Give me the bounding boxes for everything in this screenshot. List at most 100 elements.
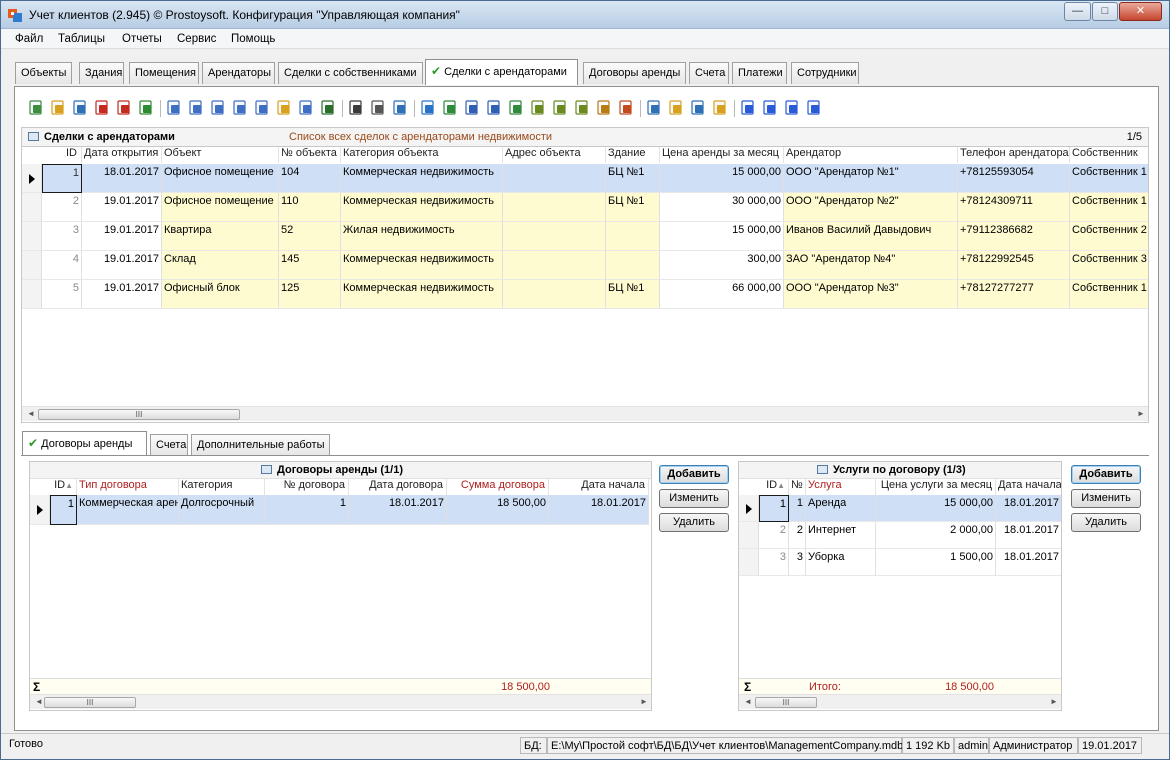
- export-excel2-icon[interactable]: [507, 99, 525, 117]
- deals-cell-object[interactable]: Офисный блок: [162, 280, 279, 309]
- deals-cell-owner[interactable]: Собственник 1: [1070, 193, 1148, 222]
- first-record-icon[interactable]: [739, 99, 757, 117]
- contracts-col-id[interactable]: ID▲: [50, 479, 77, 495]
- export-csv-icon[interactable]: [551, 99, 569, 117]
- deals-cell-category[interactable]: Коммерческая недвижимость: [341, 164, 503, 193]
- deals-cell-id[interactable]: 5: [42, 280, 82, 309]
- deals-col-id[interactable]: ID: [42, 147, 82, 163]
- services-col-id[interactable]: ID▲: [759, 479, 789, 495]
- settings-icon[interactable]: [711, 99, 729, 117]
- contracts-cell-date[interactable]: 18.01.2017: [349, 495, 447, 525]
- sql-filter-icon[interactable]: [319, 99, 337, 117]
- columns-icon[interactable]: [689, 99, 707, 117]
- subtab-lease-contracts[interactable]: ✔ Договоры аренды: [22, 431, 147, 455]
- deals-cell-owner[interactable]: Собственник 1: [1070, 280, 1148, 309]
- deals-cell-price[interactable]: 66 000,00: [660, 280, 784, 309]
- deals-col-category[interactable]: Категория объекта: [341, 147, 503, 163]
- deals-cell-building[interactable]: БЦ №1: [606, 280, 660, 309]
- row-indicator[interactable]: [22, 280, 42, 309]
- deals-col-tenant[interactable]: Арендатор: [784, 147, 958, 163]
- services-scroll-left-icon[interactable]: ◄: [744, 697, 752, 706]
- deals-cell-price[interactable]: 15 000,00: [660, 164, 784, 193]
- menu-file[interactable]: Файл: [15, 33, 43, 45]
- menu-help[interactable]: Помощь: [231, 33, 275, 45]
- services-cell-id[interactable]: 1: [759, 495, 789, 522]
- contracts-scroll-right-icon[interactable]: ►: [640, 697, 648, 706]
- services-cell-id[interactable]: 3: [759, 549, 789, 576]
- deals-col-object[interactable]: Объект: [162, 147, 279, 163]
- services-scroll-thumb[interactable]: III: [755, 697, 817, 708]
- deals-cell-tenant[interactable]: ООО "Арендатор №2": [784, 193, 958, 222]
- row-indicator[interactable]: [739, 522, 759, 549]
- export-word-icon[interactable]: [463, 99, 481, 117]
- contracts-edit-button[interactable]: Изменить: [659, 489, 729, 508]
- deals-cell-building[interactable]: БЦ №1: [606, 164, 660, 193]
- deals-cell-owner[interactable]: Собственник 1: [1070, 164, 1148, 193]
- deals-cell-building[interactable]: [606, 222, 660, 251]
- deals-cell-address[interactable]: [503, 251, 606, 280]
- tab-buildings[interactable]: Здания: [79, 62, 124, 84]
- deals-col-building[interactable]: Здание: [606, 147, 660, 163]
- deals-col-num[interactable]: № объекта: [279, 147, 341, 163]
- deals-cell-building[interactable]: БЦ №1: [606, 193, 660, 222]
- contracts-cell-category[interactable]: Долгосрочный: [179, 495, 265, 525]
- deals-cell-tenant[interactable]: ЗАО "Арендатор №4": [784, 251, 958, 280]
- deals-cell-num[interactable]: 145: [279, 251, 341, 280]
- deals-cell-date[interactable]: 19.01.2017: [82, 222, 162, 251]
- deals-cell-num[interactable]: 125: [279, 280, 341, 309]
- export-icon[interactable]: [419, 99, 437, 117]
- tab-invoices[interactable]: Счета: [689, 62, 729, 84]
- contracts-col-num[interactable]: № договора: [265, 479, 349, 495]
- contracts-delete-button[interactable]: Удалить: [659, 513, 729, 532]
- deals-cell-id[interactable]: 3: [42, 222, 82, 251]
- maximize-button[interactable]: □: [1092, 2, 1118, 21]
- services-cell-date[interactable]: 18.01.2017: [996, 495, 1061, 522]
- row-indicator[interactable]: [30, 495, 50, 525]
- services-cell-price[interactable]: 15 000,00: [876, 495, 996, 522]
- deals-cell-object[interactable]: Офисное помещение: [162, 164, 279, 193]
- edit-icon[interactable]: [49, 99, 67, 117]
- export-text-icon[interactable]: [573, 99, 591, 117]
- deals-cell-address[interactable]: [503, 193, 606, 222]
- services-cell-price[interactable]: 1 500,00: [876, 549, 996, 576]
- contracts-col-type[interactable]: Тип договора: [77, 479, 179, 495]
- services-cell-date[interactable]: 18.01.2017: [996, 549, 1061, 576]
- deals-cell-category[interactable]: Коммерческая недвижимость: [341, 193, 503, 222]
- tab-objects[interactable]: Объекты: [15, 62, 72, 84]
- tab-tenant-deals[interactable]: ✔ Сделки с арендаторами: [425, 59, 578, 85]
- menu-reports[interactable]: Отчеты: [122, 33, 162, 45]
- services-col-service[interactable]: Услуга: [806, 479, 876, 495]
- menu-tables[interactable]: Таблицы: [58, 33, 105, 45]
- deals-cell-object[interactable]: Офисное помещение: [162, 193, 279, 222]
- deals-cell-owner[interactable]: Собственник 2: [1070, 222, 1148, 251]
- deals-col-phone[interactable]: Телефон арендатора: [958, 147, 1070, 163]
- deals-hscrollbar[interactable]: ◄ III ►: [22, 406, 1148, 421]
- contracts-scroll-thumb[interactable]: III: [44, 697, 136, 708]
- deals-cell-phone[interactable]: +78125593054: [958, 164, 1070, 193]
- deals-cell-phone[interactable]: +78124309711: [958, 193, 1070, 222]
- row-indicator[interactable]: [739, 495, 759, 522]
- services-cell-num[interactable]: 3: [789, 549, 806, 576]
- deals-cell-object[interactable]: Склад: [162, 251, 279, 280]
- deals-cell-building[interactable]: [606, 251, 660, 280]
- export-xml-icon[interactable]: [529, 99, 547, 117]
- filter-edit-icon[interactable]: [231, 99, 249, 117]
- contracts-cell-start[interactable]: 18.01.2017: [549, 495, 649, 525]
- deals-cell-id[interactable]: 4: [42, 251, 82, 280]
- tab-owner-deals[interactable]: Сделки с собственниками: [278, 62, 423, 84]
- sort-ascending-icon[interactable]: [645, 99, 663, 117]
- filter-advanced-icon[interactable]: [297, 99, 315, 117]
- deals-cell-price[interactable]: 300,00: [660, 251, 784, 280]
- deals-col-owner[interactable]: Собственник: [1070, 147, 1148, 163]
- tab-tenants[interactable]: Арендаторы: [202, 62, 275, 84]
- contracts-cell-num[interactable]: 1: [265, 495, 349, 525]
- row-indicator[interactable]: [22, 222, 42, 251]
- sort-descending-icon[interactable]: [667, 99, 685, 117]
- menu-service[interactable]: Сервис: [177, 33, 216, 45]
- filter-clear-icon[interactable]: [209, 99, 227, 117]
- services-cell-date[interactable]: 18.01.2017: [996, 522, 1061, 549]
- filter-remove-icon[interactable]: [187, 99, 205, 117]
- deals-col-address[interactable]: Адрес объекта: [503, 147, 606, 163]
- subtab-invoices[interactable]: Счета: [150, 434, 188, 455]
- contracts-col-start[interactable]: Дата начала: [549, 479, 649, 495]
